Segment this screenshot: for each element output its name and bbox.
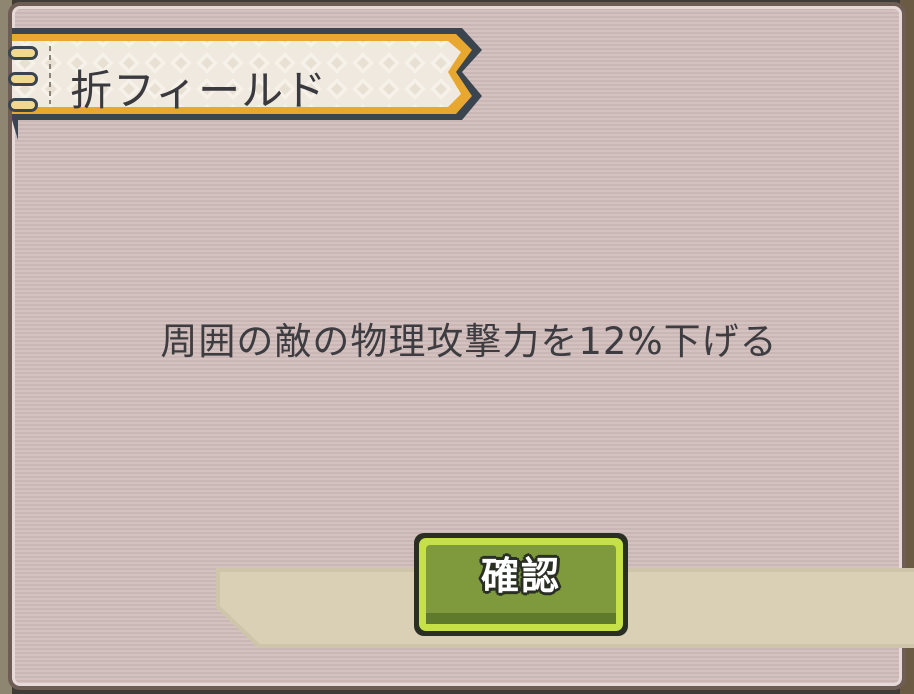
confirm-button[interactable]: 確認	[414, 533, 628, 636]
game-screen: 折フィールド 周囲の敵の物理攻撃力を12%下げる 確認	[0, 0, 914, 694]
confirm-button-label: 確認	[480, 554, 561, 598]
binder-rings-icon	[8, 46, 38, 112]
title-banner: 折フィールド	[8, 24, 502, 142]
dialog-title: 折フィールド	[70, 66, 328, 115]
skill-description: 周囲の敵の物理攻撃力を12%下げる	[160, 320, 778, 363]
